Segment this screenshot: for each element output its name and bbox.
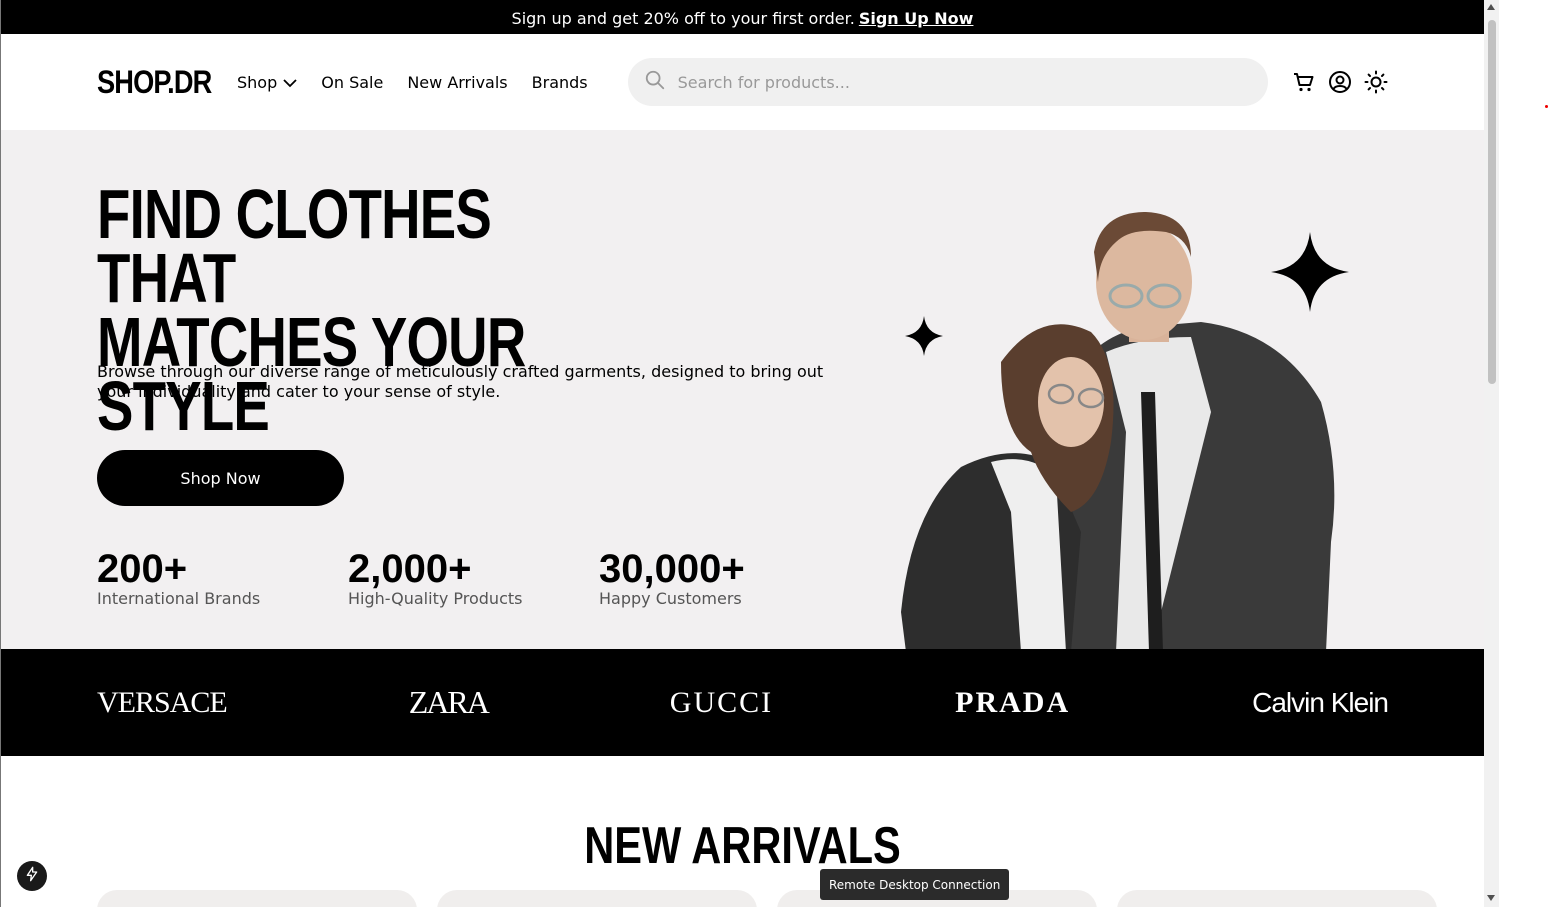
nav-new-arrivals[interactable]: New Arrivals (407, 73, 507, 92)
sun-icon[interactable] (1364, 70, 1388, 94)
stat-customers: 30,000+ Happy Customers (599, 548, 839, 608)
nav-shop[interactable]: Shop (237, 73, 297, 92)
brand-logo-calvin-klein[interactable]: Calvin Klein (1252, 687, 1389, 719)
main-nav: Shop On Sale New Arrivals Brands (237, 73, 612, 92)
product-cards (97, 890, 1457, 907)
stat-brands: 200+ International Brands (97, 548, 348, 608)
dev-tools-button[interactable] (17, 861, 47, 891)
brand-logo-versace[interactable]: VERSACE (97, 686, 228, 720)
stat-value: 2,000+ (348, 547, 472, 591)
product-card[interactable] (97, 890, 417, 907)
site-logo[interactable]: SHOP.DR (97, 64, 212, 101)
product-card[interactable] (1117, 890, 1437, 907)
stat-value: 200+ (97, 547, 188, 591)
site-header: SHOP.DR Shop On Sale New Arrivals Brands (1, 34, 1484, 130)
user-icon[interactable] (1328, 70, 1352, 94)
promo-text: Sign up and get 20% off to your first or… (511, 8, 855, 28)
brands-strip: VERSACE ZARA GUCCI PRADA Calvin Klein (1, 649, 1484, 756)
stat-value: 30,000+ (599, 547, 745, 591)
lightning-icon (24, 866, 40, 886)
scroll-up-arrow-icon[interactable] (1487, 4, 1495, 10)
search-input[interactable] (677, 72, 1258, 92)
brand-logo-zara[interactable]: ZARA (409, 684, 490, 721)
stat-products: 2,000+ High-Quality Products (348, 548, 599, 608)
hero-stats: 200+ International Brands 2,000+ High-Qu… (97, 548, 839, 608)
brand-logo-prada[interactable]: PRADA (955, 686, 1070, 720)
chevron-down-icon (283, 73, 297, 92)
scrollbar-thumb[interactable] (1488, 20, 1496, 384)
hero-description: Browse through our diverse range of meti… (97, 362, 824, 401)
vertical-scrollbar[interactable] (1484, 0, 1499, 907)
hero-model-image (901, 212, 1349, 649)
stat-label: Happy Customers (599, 589, 742, 608)
new-arrivals-section: NEW ARRIVALS (1, 756, 1484, 907)
scroll-down-arrow-icon[interactable] (1487, 895, 1495, 901)
new-arrivals-title: NEW ARRIVALS (584, 817, 901, 875)
shop-now-button[interactable]: Shop Now (97, 450, 344, 506)
stat-label: International Brands (97, 589, 261, 608)
hero-title-line1: FIND CLOTHES THAT (97, 175, 492, 317)
sign-up-link[interactable]: Sign Up Now (859, 9, 974, 28)
cart-icon[interactable] (1292, 70, 1316, 94)
sparkle-large-icon (1271, 232, 1349, 312)
cursor-dot (1545, 105, 1548, 108)
nav-shop-label: Shop (237, 72, 278, 92)
product-card[interactable] (437, 890, 757, 907)
hero-section: FIND CLOTHES THAT MATCHES YOUR STYLE Bro… (1, 130, 1484, 649)
search-bar[interactable] (627, 58, 1268, 106)
search-icon (644, 69, 666, 95)
page-viewport: Sign up and get 20% off to your first or… (1, 2, 1484, 907)
taskbar-tooltip: Remote Desktop Connection (820, 869, 1010, 900)
nav-on-sale[interactable]: On Sale (321, 73, 383, 92)
sparkle-small-icon (905, 316, 943, 356)
stat-label: High-Quality Products (348, 589, 523, 608)
brand-logo-gucci[interactable]: GUCCI (670, 686, 773, 720)
header-actions (1280, 70, 1388, 94)
promo-bar: Sign up and get 20% off to your first or… (1, 2, 1484, 34)
nav-brands[interactable]: Brands (532, 73, 588, 92)
